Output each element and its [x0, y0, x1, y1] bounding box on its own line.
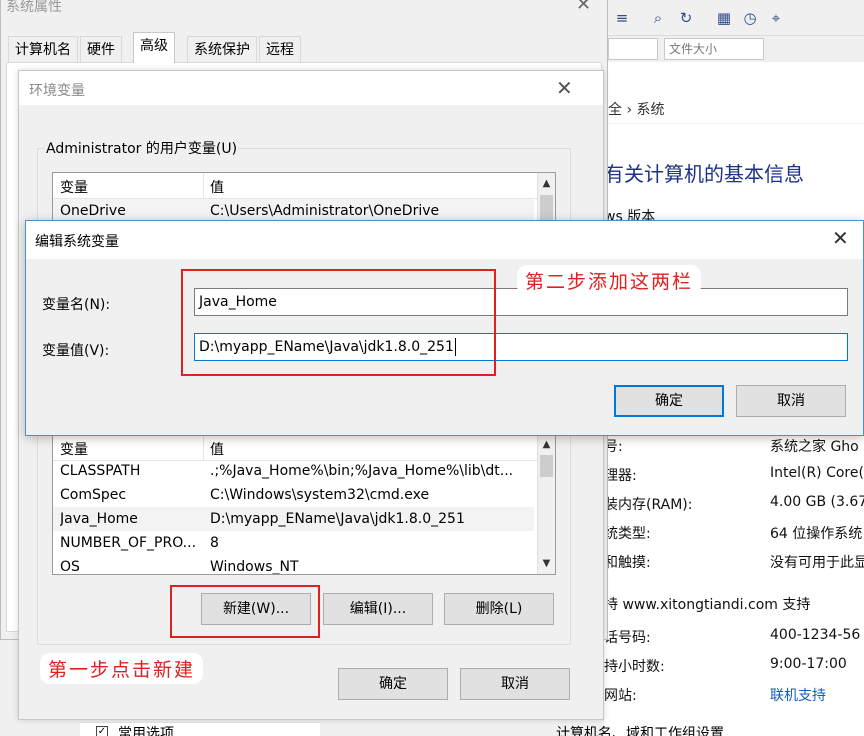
variable-name: ComSpec — [60, 487, 127, 503]
variable-value: C:\Windows\system32\cmd.exe — [210, 487, 430, 503]
options-label: 常用选项 — [118, 726, 174, 736]
close-icon[interactable]: ✕ — [556, 76, 573, 100]
system-properties-title: 系统属性 — [6, 0, 62, 15]
background-combo-bar: 文件大小 — [604, 36, 864, 62]
column-variable[interactable]: 变量 — [60, 177, 202, 197]
edit-variable-button[interactable]: 编辑(I)... — [323, 593, 433, 625]
tab-hardware[interactable]: 硬件 — [80, 36, 122, 62]
tab-advanced[interactable]: 高级 — [133, 32, 175, 63]
tab-computer-name[interactable]: 计算机名 — [8, 36, 78, 62]
step2-highlight-box — [181, 269, 496, 376]
tab-system-protection[interactable]: 系统保护 — [187, 36, 257, 62]
info-value: Intel(R) Core( — [770, 465, 864, 481]
table-row[interactable]: CLASSPATH .;%Java_Home%\bin;%Java_Home%\… — [53, 459, 534, 483]
background-toolbar: ≡ ⌕ ↻ ▦ ◷ ⌖ — [604, 0, 864, 36]
edit-ok-button[interactable]: 确定 — [614, 385, 724, 417]
tab-label: 系统保护 — [194, 42, 250, 58]
options-tree — [80, 722, 320, 736]
info-label: 和触摸: — [604, 555, 651, 571]
info-label: 装内存(RAM): — [604, 497, 693, 513]
system-variables-list[interactable]: 变量 值 CLASSPATH .;%Java_Home%\bin;%Java_H… — [52, 434, 556, 575]
scroll-up-icon[interactable]: ▲ — [538, 175, 555, 193]
support-value: 400-1234-56 — [770, 627, 861, 643]
info-label: 理器: — [604, 468, 637, 484]
column-divider — [203, 435, 204, 461]
variable-value: 8 — [210, 535, 219, 551]
size-combo-label: 文件大小 — [669, 42, 718, 56]
tab-remote[interactable]: 远程 — [259, 36, 301, 62]
table-row[interactable]: ComSpec C:\Windows\system32\cmd.exe — [53, 483, 534, 507]
table-row[interactable]: NUMBER_OF_PRO... 8 — [53, 531, 534, 555]
variable-name: OS — [60, 559, 80, 575]
cancel-button[interactable]: 取消 — [460, 668, 570, 700]
variable-name: Java_Home — [60, 511, 138, 527]
list-header: 变量 值 — [53, 435, 555, 461]
close-icon[interactable]: ✕ — [832, 226, 849, 250]
table-row[interactable]: Java_Home D:\myapp_EName\Java\jdk1.8.0_2… — [53, 507, 534, 531]
variable-name-label: 变量名(N): — [42, 297, 111, 313]
variable-value: .;%Java_Home%\bin;%Java_Home%\lib\dt... — [210, 463, 514, 479]
info-value: 没有可用于此显 — [770, 555, 864, 571]
online-support-link[interactable]: 联机支持 — [770, 685, 826, 705]
step1-highlight-box — [170, 585, 320, 638]
tab-label: 远程 — [266, 42, 294, 58]
close-icon[interactable]: ✕ — [576, 0, 591, 15]
ok-button[interactable]: 确定 — [338, 668, 448, 700]
support-heading: 持 www.xitongtiandi.com 支持 — [604, 597, 811, 613]
step2-annotation: 第二步添加这两栏 — [517, 265, 702, 296]
support-label: 网站: — [604, 688, 637, 704]
breadcrumb: 全 › 系统 — [604, 96, 864, 124]
binoculars-icon[interactable]: ⌕ — [648, 8, 668, 28]
info-value: 64 位操作系统 — [770, 526, 863, 542]
info-value: 4.00 GB (3.67 — [770, 494, 864, 510]
info-value: 系统之家 Gho — [770, 439, 859, 455]
zoom-icon[interactable]: ⌖ — [766, 8, 786, 28]
user-variables-label: Administrator 的用户变量(U) — [45, 138, 239, 158]
column-value[interactable]: 值 — [210, 439, 534, 459]
scroll-down-icon[interactable]: ▼ — [538, 555, 555, 573]
options-checkbox[interactable]: ✓ — [96, 726, 108, 736]
list-header: 变量 值 — [53, 173, 555, 199]
font-combo[interactable] — [608, 38, 658, 60]
edit-cancel-button[interactable]: 取消 — [736, 385, 846, 417]
computer-name-settings-label: 计算机名、域和工作组设置 — [556, 726, 724, 736]
size-combo[interactable]: 文件大小 — [664, 38, 764, 60]
clock-icon[interactable]: ◷ — [740, 8, 760, 28]
page-heading: 有关计算机的基本信息 — [604, 162, 804, 186]
step1-annotation: 第一步点击新建 — [40, 653, 204, 684]
tab-label: 计算机名 — [15, 42, 71, 58]
breadcrumb-text: 全 › 系统 — [608, 102, 665, 118]
column-variable[interactable]: 变量 — [60, 439, 202, 459]
support-label: 话号码: — [604, 630, 651, 646]
environment-variables-title: 环境变量 — [29, 83, 85, 99]
support-value: 9:00-17:00 — [770, 656, 847, 672]
replace-icon[interactable]: ↻ — [676, 8, 696, 28]
info-label: 统类型: — [604, 526, 651, 542]
variable-value: D:\myapp_EName\Java\jdk1.8.0_251 — [210, 511, 465, 527]
tab-label: 高级 — [140, 38, 168, 54]
align-icon[interactable]: ≡ — [612, 8, 632, 28]
table-row[interactable]: OS Windows_NT — [53, 555, 534, 575]
user-variables-list[interactable]: 变量 值 OneDrive C:\Users\Administrator\One… — [52, 172, 556, 224]
scroll-thumb[interactable] — [540, 455, 553, 477]
scroll-up-icon[interactable]: ▲ — [538, 436, 555, 454]
edit-dialog-titlebar — [26, 221, 863, 259]
support-label: 持小时数: — [604, 659, 665, 675]
variable-name: CLASSPATH — [60, 463, 141, 479]
column-divider — [203, 173, 204, 199]
system-list-scrollbar[interactable]: ▲ ▼ — [537, 435, 555, 574]
variable-value: Windows_NT — [210, 559, 299, 575]
variable-value-label: 变量值(V): — [42, 343, 110, 359]
edit-dialog-title: 编辑系统变量 — [35, 234, 119, 250]
delete-variable-button[interactable]: 删除(L) — [444, 593, 554, 625]
variable-name: NUMBER_OF_PRO... — [60, 535, 197, 551]
user-list-scrollbar[interactable]: ▲ — [537, 173, 555, 223]
tab-label: 硬件 — [87, 42, 115, 58]
calendar-icon[interactable]: ▦ — [714, 8, 734, 28]
environment-variables-titlebar — [19, 71, 603, 105]
column-value[interactable]: 值 — [210, 177, 534, 197]
